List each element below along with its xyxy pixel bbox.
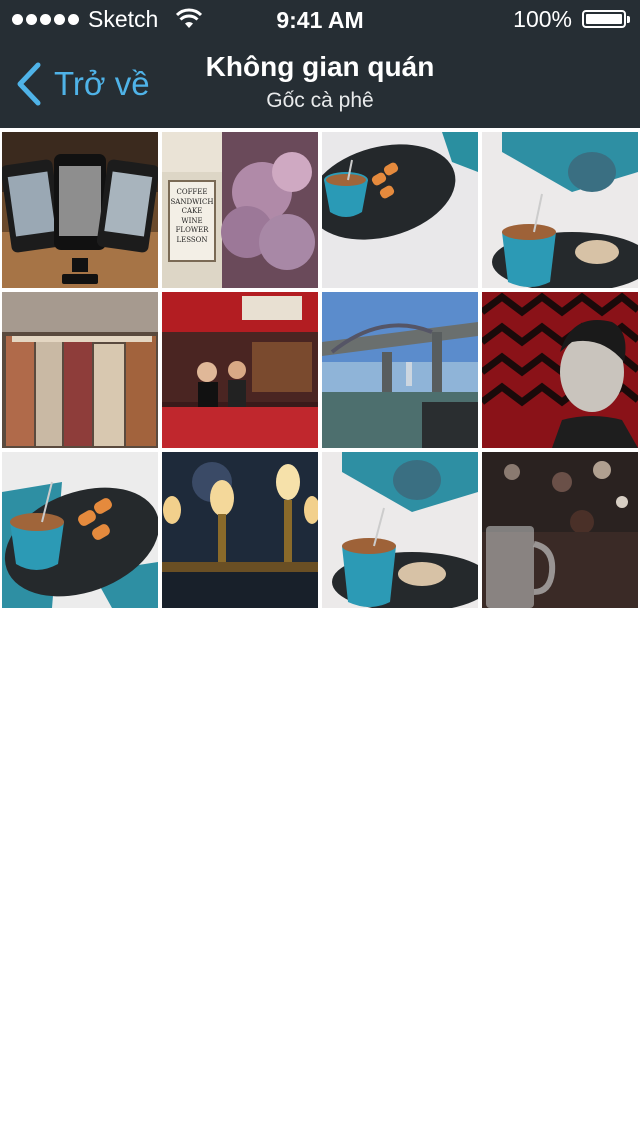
photo-app-phones[interactable] xyxy=(2,132,158,288)
photo-grid: COFFEE SANDWICH CAKE WINE FLOWER LESSON xyxy=(2,132,638,608)
photo-image xyxy=(322,132,478,288)
photo-market-bags[interactable] xyxy=(2,292,158,448)
sign-line: COFFEE xyxy=(176,188,208,196)
navigation-bar: Sketch 9:41 AM 100% Trở về Không gian qu… xyxy=(0,0,640,128)
photo-espresso-biscuits[interactable] xyxy=(322,132,478,288)
photo-espresso-cookie-2[interactable] xyxy=(322,452,478,608)
menu-sign: COFFEE SANDWICH CAKE WINE FLOWER LESSON xyxy=(168,180,216,262)
sign-line: LESSON xyxy=(176,235,208,244)
photo-cafe-counter[interactable] xyxy=(162,292,318,448)
photo-image xyxy=(162,452,318,608)
photo-vintage-lamps[interactable] xyxy=(162,452,318,608)
photo-espresso-cookie[interactable] xyxy=(482,132,638,288)
photo-portrait-art[interactable] xyxy=(482,292,638,448)
photo-image xyxy=(322,292,478,448)
page-title: Không gian quán xyxy=(205,51,435,82)
battery-percentage: 100% xyxy=(513,6,572,32)
photo-bridge-harbor[interactable] xyxy=(322,292,478,448)
photo-image xyxy=(322,452,478,608)
photo-image xyxy=(162,292,318,448)
photo-image xyxy=(482,132,638,288)
photo-image xyxy=(482,452,638,608)
battery-icon xyxy=(582,10,630,28)
sign-line: WINE xyxy=(181,216,203,225)
photo-glass-mug[interactable] xyxy=(482,452,638,608)
sign-line: FLOWER xyxy=(175,226,209,234)
photo-image xyxy=(2,452,158,608)
photo-image xyxy=(2,292,158,448)
sign-line: SANDWICH xyxy=(170,197,214,206)
photo-menu-sign[interactable]: COFFEE SANDWICH CAKE WINE FLOWER LESSON xyxy=(162,132,318,288)
page-subtitle: Gốc cà phê xyxy=(266,89,374,112)
photo-image xyxy=(482,292,638,448)
photo-espresso-teal[interactable] xyxy=(2,452,158,608)
status-bar: Sketch 9:41 AM 100% xyxy=(0,0,640,40)
sign-line: CAKE xyxy=(181,207,203,215)
photo-image xyxy=(2,132,158,288)
